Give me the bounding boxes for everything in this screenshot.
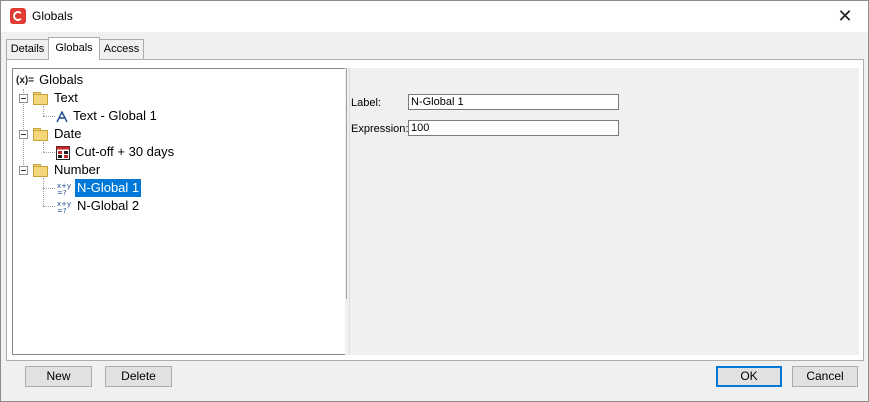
tree-item-n-global-1[interactable]: x+y =? N-Global 1	[56, 178, 143, 198]
collapse-number-toggle[interactable]	[19, 166, 28, 175]
folder-icon	[33, 128, 48, 141]
globals-tab-panel: (x)= Globals Text Text - Global 1 Date Cu…	[6, 59, 864, 361]
label-field[interactable]: N-Global 1	[408, 94, 619, 110]
expression-field[interactable]: 100	[408, 120, 619, 136]
tree-group-text[interactable]: Text	[33, 89, 80, 107]
tab-globals[interactable]: Globals	[48, 37, 100, 60]
calendar-icon	[56, 145, 70, 160]
ok-button[interactable]: OK	[716, 366, 782, 387]
tree-group-date[interactable]: Date	[33, 125, 83, 143]
text-type-icon	[56, 110, 68, 122]
label-caption: Label:	[351, 97, 381, 109]
delete-button[interactable]: Delete	[105, 366, 172, 387]
svg-text:=?: =?	[57, 207, 67, 214]
collapse-date-toggle[interactable]	[19, 130, 28, 139]
tree-root-globals[interactable]: (x)= Globals	[16, 71, 85, 89]
cancel-button[interactable]: Cancel	[792, 366, 858, 387]
new-button[interactable]: New	[25, 366, 92, 387]
globals-dialog: Globals ✕ Details Globals Access (x)= Glo…	[0, 0, 869, 402]
close-icon[interactable]: ✕	[822, 1, 868, 32]
number-formula-icon: x+y=?	[57, 200, 71, 214]
globals-tree[interactable]: (x)= Globals Text Text - Global 1 Date Cu…	[12, 68, 347, 355]
window-title: Globals	[32, 9, 73, 23]
number-formula-icon: x+y=?	[57, 182, 71, 196]
tree-item-cutoff-30-days[interactable]: Cut-off + 30 days	[56, 143, 176, 161]
folder-icon	[33, 92, 48, 105]
variable-icon: (x)=	[16, 74, 35, 86]
tab-access[interactable]: Access	[99, 39, 144, 59]
tree-item-text-global-1[interactable]: Text - Global 1	[56, 107, 159, 125]
properties-pane: Label: N-Global 1 Expression: 100	[349, 68, 859, 355]
svg-text:=?: =?	[57, 189, 67, 196]
tree-group-number[interactable]: Number	[33, 161, 102, 179]
tree-item-n-global-2[interactable]: x+y =? N-Global 2	[56, 197, 141, 215]
folder-icon	[33, 164, 48, 177]
title-bar: Globals ✕	[1, 1, 868, 32]
collapse-text-toggle[interactable]	[19, 94, 28, 103]
expression-caption: Expression:	[351, 123, 409, 135]
tab-details[interactable]: Details	[6, 39, 49, 59]
app-logo-icon	[10, 8, 26, 24]
